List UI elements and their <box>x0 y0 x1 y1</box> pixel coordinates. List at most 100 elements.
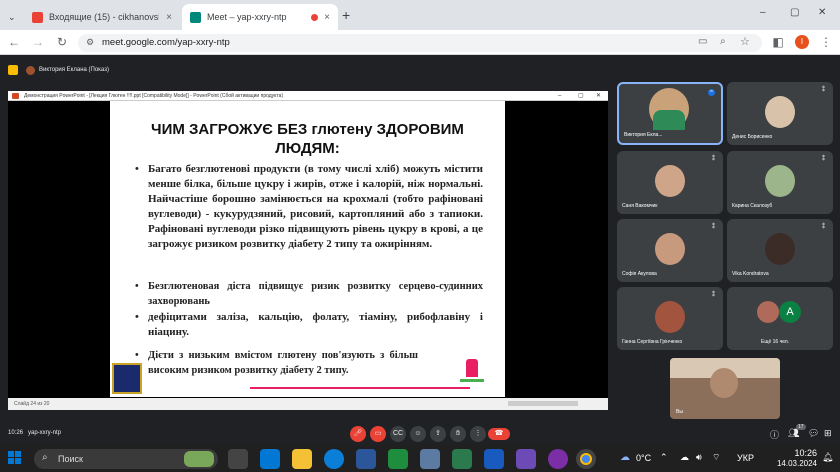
slide-bullet: Багато безглютенові продукти (в тому чис… <box>135 162 483 252</box>
app-icon[interactable] <box>516 449 536 469</box>
meeting-time: 10:26 <box>8 430 24 436</box>
network-icon[interactable]: ☁ <box>680 452 689 463</box>
participant-avatar <box>765 233 795 265</box>
info-icon[interactable]: ⓘ <box>770 428 779 441</box>
raise-hand-button[interactable]: ✋︎ <box>450 426 466 442</box>
powerpoint-title: Демонстрация PowerPoint - [Лекция Глютен… <box>24 93 284 99</box>
faculty-logo <box>460 359 484 387</box>
participant-tile[interactable]: ≈ Виктория Екла... <box>617 82 723 145</box>
more-participants-label: Ещё 16 чел. <box>761 339 790 345</box>
participant-name: Софія Акулова <box>622 271 657 277</box>
file-explorer-icon[interactable] <box>292 449 312 469</box>
participant-tile[interactable]: ⁑ Денис Борисенко <box>727 82 833 145</box>
task-view-icon[interactable] <box>228 449 248 469</box>
back-arrow-icon[interactable]: ← <box>6 33 22 51</box>
self-view[interactable]: Вы <box>670 358 780 419</box>
participant-tile[interactable]: ⁑ Vika Kondratova <box>727 219 833 282</box>
url-text: meet.google.com/yap-xxry-ntp <box>102 37 230 48</box>
participants-count-badge: 17 <box>796 424 806 430</box>
participant-name: Виктория Екла... <box>624 132 663 138</box>
store-icon[interactable] <box>356 449 376 469</box>
excel-icon[interactable] <box>452 449 472 469</box>
powerpoint-title-bar: Демонстрация PowerPoint - [Лекция Глютен… <box>8 91 608 101</box>
forward-arrow-icon[interactable]: → <box>30 33 46 51</box>
self-view-face <box>710 368 738 398</box>
bookmark-star-icon[interactable]: ☆ <box>740 35 750 48</box>
tab-title: Входящие (15) - cikhanovskaja <box>49 12 159 22</box>
mic-toggle-button[interactable]: 🎤︎ <box>350 426 366 442</box>
profile-avatar[interactable]: I <box>795 35 809 49</box>
notifications-icon[interactable]: 🔔︎ <box>822 452 833 463</box>
search-icon: ⌕ <box>42 452 48 463</box>
more-participants-tile[interactable]: А Ещё 16 чел. <box>727 287 833 350</box>
windows-start-icon[interactable] <box>8 451 22 465</box>
more-options-button[interactable]: ⋮ <box>470 426 486 442</box>
close-window-button[interactable]: ✕ <box>818 7 826 18</box>
clock-date[interactable]: 14.03.2024 <box>763 459 817 468</box>
volume-icon[interactable]: 🔊︎ <box>696 452 702 463</box>
slide-title: ЧИМ ЗАГРОЖУЄ БЕЗ глютену ЗДОРОВИМ ЛЮДЯМ: <box>151 121 464 157</box>
tray-chevron-icon[interactable]: ⌃ <box>660 452 668 463</box>
app-icon[interactable] <box>420 449 440 469</box>
app-icon[interactable] <box>388 449 408 469</box>
participant-tile[interactable]: ⁑ Саня Вакомчик <box>617 151 723 214</box>
emoji-button[interactable]: ☺ <box>410 426 426 442</box>
powerpoint-icon <box>12 93 19 99</box>
pp-maximize-icon: ▢ <box>578 93 584 99</box>
self-view-name: Вы <box>676 409 683 415</box>
mic-off-icon: ⁑ <box>822 156 825 162</box>
zoom-slider <box>508 401 578 406</box>
participant-avatar <box>655 165 685 197</box>
participant-scarf <box>653 110 685 130</box>
clock-time[interactable]: 10:26 <box>775 448 817 458</box>
mic-off-icon: ⁑ <box>712 224 715 230</box>
close-tab-icon[interactable]: × <box>324 12 330 23</box>
leave-call-button[interactable]: ☎ <box>488 428 510 440</box>
captions-button[interactable]: CC <box>390 426 406 442</box>
powerpoint-status-bar: Слайд 24 из 20 <box>8 398 608 410</box>
participant-tile[interactable]: ⁑ Ганна Сергіївна Грінченко <box>617 287 723 350</box>
participant-avatar <box>765 96 795 128</box>
word-icon[interactable] <box>484 449 504 469</box>
gmail-icon <box>32 11 43 23</box>
participant-name: Саня Вакомчик <box>622 203 658 209</box>
site-info-icon[interactable]: ⚙ <box>86 37 94 48</box>
recording-indicator-icon <box>311 13 319 21</box>
minimize-button[interactable]: – <box>760 7 766 18</box>
viber-icon[interactable] <box>548 449 568 469</box>
edge-icon[interactable] <box>324 449 344 469</box>
tab-title: Meet – yap-xxry-ntp <box>207 12 287 22</box>
reload-icon[interactable]: ↻ <box>54 33 70 51</box>
new-tab-button[interactable]: + <box>342 7 350 23</box>
chat-icon[interactable]: 💬︎ <box>808 428 819 439</box>
pp-close-icon: ✕ <box>596 93 602 99</box>
maximize-button[interactable]: ▢ <box>790 7 799 18</box>
tab-gmail[interactable]: Входящие (15) - cikhanovskaja × <box>24 4 180 30</box>
participant-tile[interactable]: ⁑ Карина Скалозуб <box>727 151 833 214</box>
widgets-icon[interactable] <box>260 449 280 469</box>
taskbar-search[interactable]: ⌕ Поиск <box>34 449 218 469</box>
slide-bullet: Дієти з низьким вмістом глютену пов'язую… <box>135 348 418 378</box>
slide-counter: Слайд 24 из 20 <box>14 401 50 407</box>
slide-bullet: дефіцитами заліза, кальцію, фолату, тіам… <box>135 310 483 340</box>
participant-name: Ганна Сергіївна Грінченко <box>622 339 683 345</box>
close-tab-icon[interactable]: × <box>166 12 172 23</box>
camera-icon[interactable]: ▭ <box>698 36 707 47</box>
input-language[interactable]: УКР <box>737 453 754 463</box>
address-bar[interactable]: ⚙ meet.google.com/yap-xxry-ntp ▭ ⌕ ☆ <box>78 34 762 52</box>
participant-tile[interactable]: ⁑ Софія Акулова <box>617 219 723 282</box>
search-placeholder: Поиск <box>58 454 83 464</box>
tab-meet[interactable]: Meet – yap-xxry-ntp × <box>182 4 338 30</box>
weather-temperature: 0°C <box>636 453 652 463</box>
menu-dots-icon[interactable]: ⋮ <box>818 33 834 51</box>
chrome-icon[interactable] <box>576 449 596 469</box>
wifi-icon[interactable]: ⌔ <box>712 452 720 463</box>
side-panel-icon[interactable]: ◧ <box>770 33 786 51</box>
activities-icon[interactable]: ⊞ <box>824 428 832 439</box>
mic-off-icon: ⁑ <box>822 87 825 93</box>
camera-toggle-button[interactable]: ▭ <box>370 426 386 442</box>
slide-accent-line <box>250 387 470 389</box>
zoom-icon[interactable]: ⌕ <box>720 36 726 47</box>
tab-search-button[interactable]: ⌄ <box>0 4 22 30</box>
present-button[interactable]: ⇪ <box>430 426 446 442</box>
